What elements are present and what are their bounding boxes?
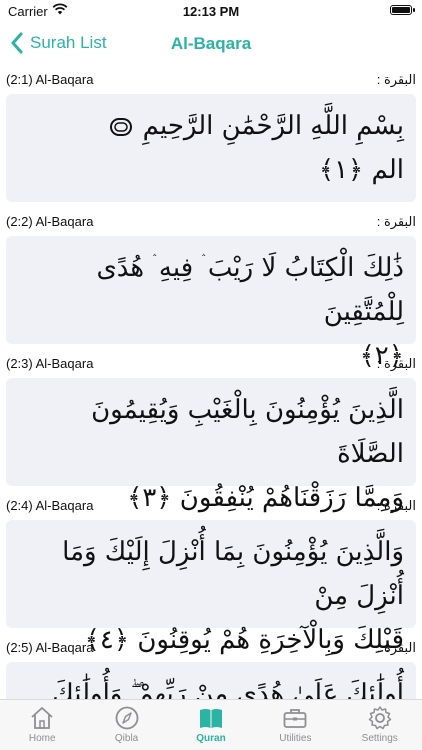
ayah-surah-arabic: البقرة : xyxy=(376,72,416,87)
navigation-bar: Surah List Al-Baqara xyxy=(0,22,422,66)
ayah-text-card[interactable]: أُولَٰئِكَ عَلَىٰ هُدًى مِنْ رَبِّهِمْ ۖ… xyxy=(6,662,416,700)
ayah-text-card[interactable]: ذَٰلِكَ الْكِتَابُ لَا رَيْبَ ۛ فِيهِ ۛ … xyxy=(6,236,416,371)
tab-bar: Home Qibla Quran Utilities Settings xyxy=(0,699,422,750)
status-bar: Carrier 12:13 PM xyxy=(0,0,422,22)
ornament-icon xyxy=(110,118,133,136)
ayah-surah-arabic: البقرة : xyxy=(376,356,416,371)
ayah-surah-arabic: البقرة : xyxy=(376,640,416,655)
tab-home[interactable]: Home xyxy=(2,700,82,750)
status-time: 12:13 PM xyxy=(182,4,240,19)
ayah-reference: (2:5) Al-Baqara xyxy=(6,640,94,655)
ayah-header: (2:5) Al-Baqara البقرة : xyxy=(0,636,422,658)
ayah-header: (2:4) Al-Baqara البقرة : xyxy=(0,494,422,516)
tab-label: Quran xyxy=(196,733,226,744)
ayah-text-line2: الم ﴿١﴾ xyxy=(318,155,404,185)
ayah-reference: (2:4) Al-Baqara xyxy=(6,498,94,513)
ayah-reference: (2:2) Al-Baqara xyxy=(6,214,94,229)
ayah-text: وَالَّذِينَ يُؤْمِنُونَ بِمَا أُنْزِلَ إ… xyxy=(62,537,404,611)
ayah-text-card[interactable]: بِسْمِ اللَّهِ الرَّحْمَٰنِ الرَّحِيمِ ا… xyxy=(6,94,416,202)
compass-icon xyxy=(115,706,138,730)
tab-label: Settings xyxy=(361,733,398,744)
ayah-text-card[interactable]: وَالَّذِينَ يُؤْمِنُونَ بِمَا أُنْزِلَ إ… xyxy=(6,520,416,655)
gear-icon xyxy=(368,706,391,730)
tab-label: Home xyxy=(28,733,56,744)
ayah-item[interactable]: (2:5) Al-Baqara البقرة : أُولَٰئِكَ عَلَ… xyxy=(0,636,422,700)
ayah-header: (2:3) Al-Baqara البقرة : xyxy=(0,352,422,374)
ayah-item[interactable]: (2:2) Al-Baqara البقرة : ذَٰلِكَ الْكِتَ… xyxy=(0,210,422,371)
ayah-text: بِسْمِ اللَّهِ الرَّحْمَٰنِ الرَّحِيمِ xyxy=(142,111,404,141)
page-title: Al-Baqara xyxy=(170,34,252,53)
ayah-text: الَّذِينَ يُؤْمِنُونَ بِالْغَيْبِ وَيُقِ… xyxy=(91,395,404,469)
tab-settings[interactable]: Settings xyxy=(340,700,420,750)
tab-utilities[interactable]: Utilities xyxy=(255,700,335,750)
book-icon xyxy=(199,709,222,728)
tab-quran[interactable]: Quran xyxy=(171,700,251,750)
ayah-item[interactable]: (2:4) Al-Baqara البقرة : وَالَّذِينَ يُؤ… xyxy=(0,494,422,655)
ayah-list[interactable]: (2:1) Al-Baqara البقرة : بِسْمِ اللَّهِ … xyxy=(0,68,422,700)
tab-label: Qibla xyxy=(114,733,139,744)
ayah-reference: (2:3) Al-Baqara xyxy=(6,356,94,371)
ayah-surah-arabic: البقرة : xyxy=(376,498,416,513)
ayah-text: ذَٰلِكَ الْكِتَابُ لَا رَيْبَ ۛ فِيهِ ۛ … xyxy=(96,253,404,327)
ayah-surah-arabic: البقرة : xyxy=(376,214,416,229)
ayah-text: أُولَٰئِكَ عَلَىٰ هُدًى مِنْ رَبِّهِمْ ۖ… xyxy=(52,679,404,700)
home-icon xyxy=(31,707,53,729)
ayah-text-card[interactable]: الَّذِينَ يُؤْمِنُونَ بِالْغَيْبِ وَيُقِ… xyxy=(6,378,416,513)
ayah-reference: (2:1) Al-Baqara xyxy=(6,72,94,87)
tab-qibla[interactable]: Qibla xyxy=(87,700,167,750)
ayah-header: (2:2) Al-Baqara البقرة : xyxy=(0,210,422,232)
battery-icon xyxy=(390,5,415,15)
ayah-header: (2:1) Al-Baqara البقرة : xyxy=(0,68,422,90)
ayah-item[interactable]: (2:1) Al-Baqara البقرة : بِسْمِ اللَّهِ … xyxy=(0,68,422,202)
ayah-item[interactable]: (2:3) Al-Baqara البقرة : الَّذِينَ يُؤْم… xyxy=(0,352,422,513)
briefcase-icon xyxy=(283,709,307,728)
tab-label: Utilities xyxy=(279,733,312,744)
